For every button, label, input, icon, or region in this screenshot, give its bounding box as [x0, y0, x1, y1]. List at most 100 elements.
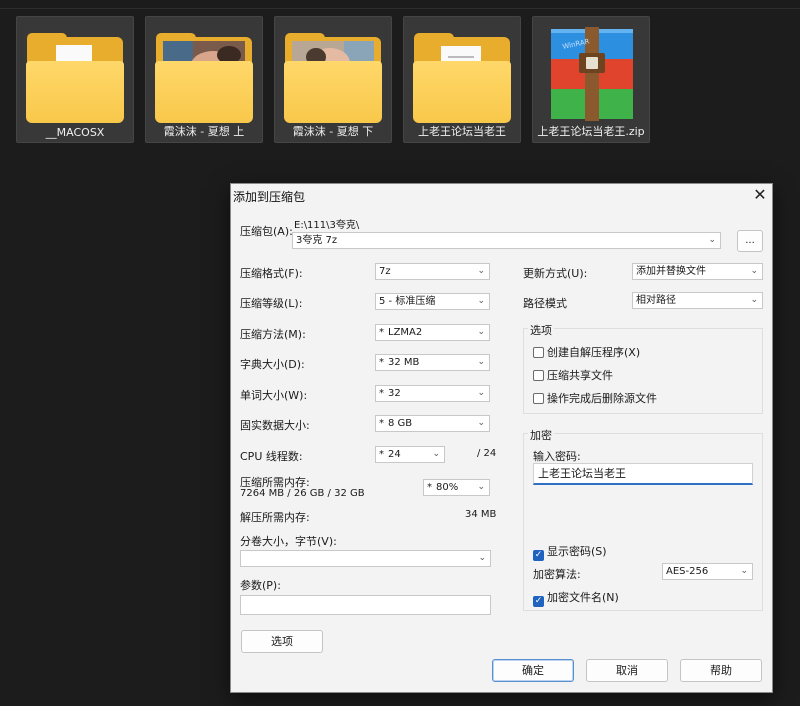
file-name: __MACOSX — [45, 126, 105, 139]
show-password-checkbox[interactable]: ✓ — [533, 550, 544, 561]
level-value: 5 - 标准压缩 — [379, 296, 436, 307]
chevron-down-icon: ⌄ — [477, 266, 485, 276]
archive-name-combobox[interactable]: 3夸克 7z ⌄ — [292, 232, 721, 249]
show-password-row[interactable]: ✓ 显示密码(S) — [533, 543, 607, 561]
level-label: 压缩等级(L): — [240, 297, 303, 310]
update-value: 添加并替换文件 — [636, 266, 706, 277]
delete-checkbox-row[interactable]: 操作完成后删除源文件 — [533, 390, 657, 406]
ok-button[interactable]: 确定 — [492, 659, 574, 682]
pathmode-label: 路径模式 — [523, 297, 567, 310]
level-select[interactable]: 5 - 标准压缩 ⌄ — [375, 293, 490, 310]
word-value: 32 — [388, 388, 401, 399]
chevron-down-icon: ⌄ — [477, 388, 485, 398]
split-select[interactable]: ⌄ — [240, 550, 491, 567]
photo-folder-icon — [155, 33, 253, 123]
chevron-down-icon: ⌄ — [708, 235, 716, 245]
file-item-folder-up[interactable]: 霞沫沫 - 夏想 上 — [145, 16, 263, 143]
shared-label: 压缩共享文件 — [547, 369, 613, 382]
solid-label: 固实数据大小: — [240, 419, 310, 432]
delete-label: 操作完成后删除源文件 — [547, 392, 657, 405]
encrypt-names-row[interactable]: ✓ 加密文件名(N) — [533, 589, 619, 607]
file-name: 上老王论坛当老王 — [418, 125, 506, 138]
format-label: 压缩格式(F): — [240, 267, 303, 280]
file-item-macosx[interactable]: __MACOSX — [16, 16, 134, 143]
dict-label: 字典大小(D): — [240, 358, 305, 371]
chevron-down-icon: ⌄ — [477, 482, 485, 492]
update-select[interactable]: 添加并替换文件 ⌄ — [632, 263, 763, 280]
show-password-label: 显示密码(S) — [547, 545, 607, 558]
folder-icon — [413, 33, 511, 123]
shared-checkbox[interactable] — [533, 370, 544, 381]
archive-path: E:\111\3夸克\ — [294, 220, 360, 231]
shared-checkbox-row[interactable]: 压缩共享文件 — [533, 367, 613, 383]
dict-select[interactable]: * 32 MB ⌄ — [375, 354, 490, 371]
browse-button[interactable]: ... — [737, 230, 763, 252]
cpu-select[interactable]: * 24 ⌄ — [375, 446, 445, 463]
decomp-label: 解压所需内存: — [240, 511, 310, 524]
options-group-title: 选项 — [528, 322, 554, 338]
file-name: 霞沫沫 - 夏想 下 — [292, 125, 374, 138]
update-label: 更新方式(U): — [523, 267, 588, 280]
chevron-down-icon: ⌄ — [740, 566, 748, 576]
winrar-archive-icon: WinRAR — [551, 27, 633, 121]
photo-folder-icon — [284, 33, 382, 123]
cpu-value: 24 — [388, 449, 401, 460]
format-select[interactable]: 7z ⌄ — [375, 263, 490, 280]
mem-percent-select[interactable]: * 80% ⌄ — [423, 479, 490, 496]
method-label: 压缩方法(M): — [240, 328, 306, 341]
help-button[interactable]: 帮助 — [680, 659, 762, 682]
method-value: LZMA2 — [388, 327, 423, 338]
chevron-down-icon: ⌄ — [432, 449, 440, 459]
method-select[interactable]: * LZMA2 ⌄ — [375, 324, 490, 341]
mem-percent-value: 80% — [436, 482, 459, 493]
explorer-top-border — [0, 0, 800, 9]
sfx-checkbox-row[interactable]: 创建自解压程序(X) — [533, 344, 640, 360]
mem-detail: 7264 MB / 26 GB / 32 GB — [240, 488, 365, 499]
chevron-down-icon: ⌄ — [477, 327, 485, 337]
file-item-folder-laowang[interactable]: 上老王论坛当老王 — [403, 16, 521, 143]
file-item-zip[interactable]: WinRAR 上老王论坛当老王.zip — [532, 16, 650, 143]
add-to-archive-dialog: 添加到压缩包 ✕ 压缩包(A): E:\111\3夸克\ 3夸克 7z ⌄ ..… — [230, 183, 773, 693]
enc-method-value: AES-256 — [666, 566, 709, 577]
sfx-label: 创建自解压程序(X) — [547, 346, 641, 359]
chevron-down-icon: ⌄ — [477, 296, 485, 306]
word-label: 单词大小(W): — [240, 389, 308, 402]
close-icon[interactable]: ✕ — [751, 185, 769, 205]
cancel-button[interactable]: 取消 — [586, 659, 668, 682]
enc-method-label: 加密算法: — [533, 568, 581, 581]
folder-icon — [26, 33, 124, 123]
options-button[interactable]: 选项 — [241, 630, 323, 653]
chevron-down-icon: ⌄ — [750, 295, 758, 305]
chevron-down-icon: ⌄ — [477, 418, 485, 428]
encryption-group-title: 加密 — [528, 427, 554, 443]
dialog-title: 添加到压缩包 — [233, 190, 306, 204]
archive-name-value: 3夸克 7z — [296, 235, 338, 246]
file-name: 上老王论坛当老王.zip — [537, 125, 645, 138]
delete-checkbox[interactable] — [533, 393, 544, 404]
password-input[interactable]: 上老王论坛当老王 — [533, 463, 753, 485]
cpu-label: CPU 线程数: — [240, 450, 303, 463]
enc-method-select[interactable]: AES-256 ⌄ — [662, 563, 753, 580]
decomp-value: 34 MB — [465, 509, 497, 520]
sfx-checkbox[interactable] — [533, 347, 544, 358]
solid-value: 8 GB — [388, 418, 413, 429]
chevron-down-icon: ⌄ — [477, 357, 485, 367]
format-value: 7z — [379, 266, 391, 277]
params-input[interactable] — [240, 595, 491, 615]
file-name: 霞沫沫 - 夏想 上 — [163, 125, 245, 138]
pathmode-value: 相对路径 — [636, 295, 676, 306]
chevron-down-icon: ⌄ — [750, 266, 758, 276]
password-label: 输入密码: — [533, 450, 581, 463]
pathmode-select[interactable]: 相对路径 ⌄ — [632, 292, 763, 309]
cpu-max: / 24 — [477, 448, 497, 459]
split-label: 分卷大小，字节(V): — [240, 535, 337, 548]
chevron-down-icon: ⌄ — [478, 553, 486, 563]
solid-select[interactable]: * 8 GB ⌄ — [375, 415, 490, 432]
archive-label: 压缩包(A): — [240, 225, 293, 238]
params-label: 参数(P): — [240, 579, 281, 592]
file-item-folder-down[interactable]: 霞沫沫 - 夏想 下 — [274, 16, 392, 143]
dict-value: 32 MB — [388, 357, 420, 368]
word-select[interactable]: * 32 ⌄ — [375, 385, 490, 402]
encrypt-names-label: 加密文件名(N) — [547, 591, 619, 604]
encrypt-names-checkbox[interactable]: ✓ — [533, 596, 544, 607]
